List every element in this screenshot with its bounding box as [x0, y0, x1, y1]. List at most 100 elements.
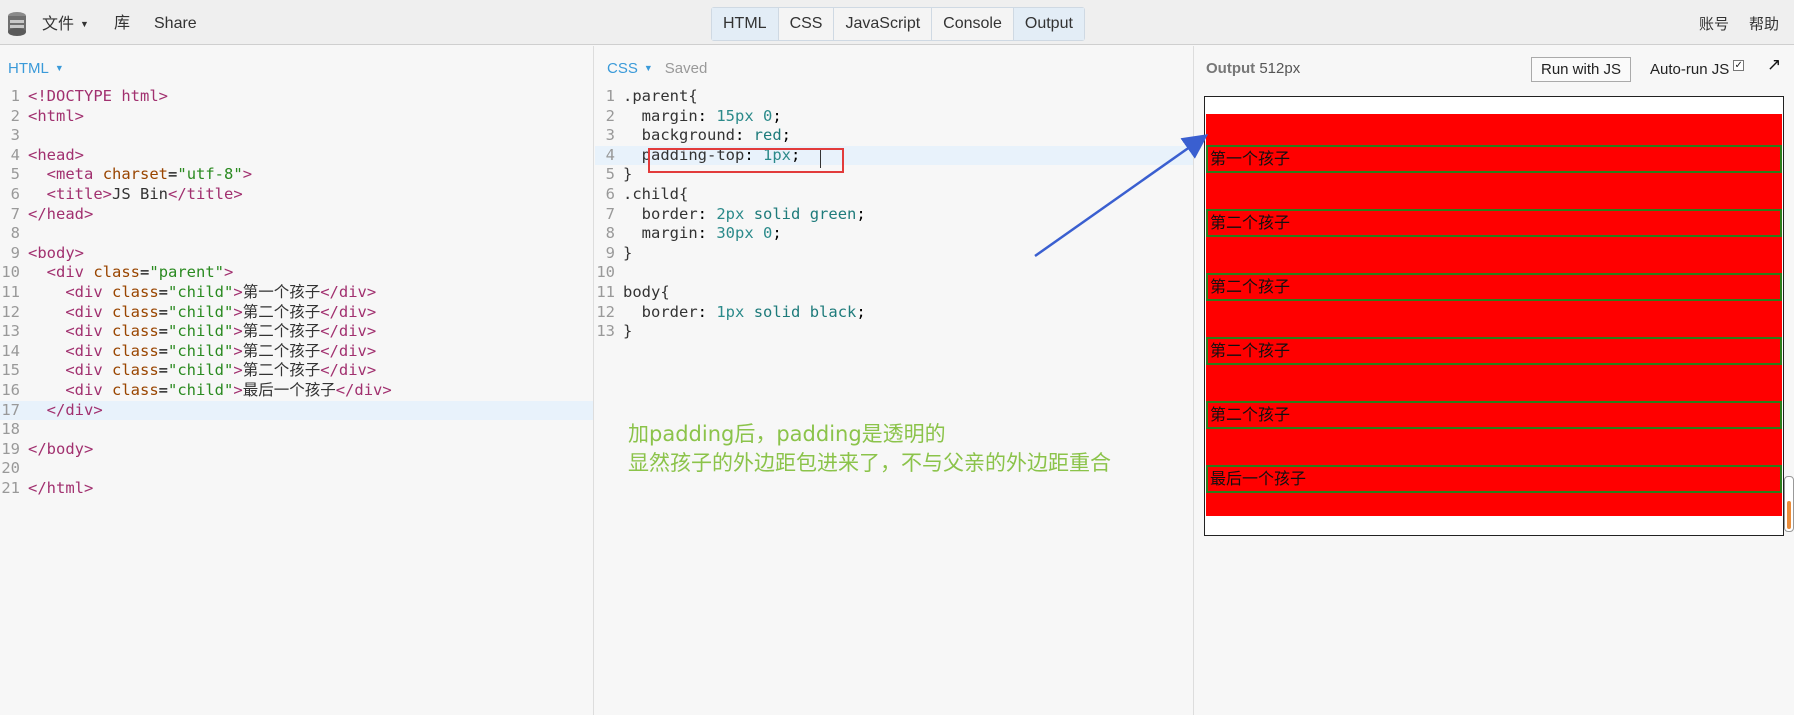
annotation-line-1: 加padding后，padding是透明的 [628, 422, 946, 446]
code-text[interactable]: .parent{ [623, 87, 698, 107]
code-text[interactable]: <div class="child">第二个孩子</div> [28, 342, 376, 362]
code-text[interactable]: border: 1px solid black; [623, 303, 866, 323]
css-editor[interactable]: 1 .parent{2 margin: 15px 0; 3 background: … [595, 87, 1193, 342]
checkbox-checked-icon[interactable]: ✓ [1733, 60, 1745, 71]
code-text[interactable]: <body> [28, 244, 84, 264]
tab-console[interactable]: Console [932, 8, 1014, 40]
code-line[interactable]: 10 [595, 263, 1193, 283]
tab-javascript[interactable]: JavaScript [834, 8, 933, 40]
code-line[interactable]: 20 [0, 459, 593, 479]
output-panel-title: Output 512px [1206, 60, 1300, 77]
code-line[interactable]: 19 </body> [0, 440, 593, 460]
popout-arrow-icon[interactable]: ↗ [1767, 55, 1781, 75]
code-line[interactable]: 3 [0, 126, 593, 146]
code-text[interactable]: <html> [28, 107, 84, 127]
code-text[interactable]: margin: 15px 0; [623, 107, 782, 127]
output-frame: 第一个孩子 第二个孩子 第二个孩子 第二个孩子 第二个孩子 最后一个孩子 [1204, 96, 1784, 536]
code-line[interactable]: 7 border: 2px solid green; [595, 205, 1193, 225]
code-line[interactable]: 6 .child{ [595, 185, 1193, 205]
code-line[interactable]: 11 body{ [595, 283, 1193, 303]
code-text[interactable]: <div class="child">第一个孩子</div> [28, 283, 376, 303]
code-line[interactable]: 18 [0, 420, 593, 440]
line-number: 8 [605, 224, 615, 243]
code-text[interactable]: } [623, 244, 632, 264]
code-line[interactable]: 8 [0, 224, 593, 244]
tab-html[interactable]: HTML [712, 8, 779, 40]
code-line[interactable]: 1 .parent{ [595, 87, 1193, 107]
file-menu-label: 文件 [42, 16, 75, 33]
code-text[interactable]: <head> [28, 146, 84, 166]
code-line[interactable]: 8 margin: 30px 0; [595, 224, 1193, 244]
code-line[interactable]: 2 margin: 15px 0; [595, 107, 1193, 127]
html-editor[interactable]: 1 <!DOCTYPE html> 2 <html> 3 4 <head> 5 <meta c… [0, 87, 593, 498]
share-menu[interactable]: Share [154, 0, 197, 45]
code-line[interactable]: 7 </head> [0, 205, 593, 225]
highlight-box [648, 148, 844, 173]
html-panel-title[interactable]: HTML ▼ [8, 60, 64, 77]
code-line[interactable]: 6 <title>JS Bin</title> [0, 185, 593, 205]
code-text[interactable]: <div class="child">最后一个孩子</div> [28, 381, 391, 401]
code-text[interactable]: </body> [28, 440, 93, 460]
line-number: 21 [1, 478, 20, 497]
top-bar: 文件 ▼ 库 Share HTML CSS JavaScript Console … [0, 0, 1794, 45]
css-panel-title[interactable]: CSS ▼ Saved [607, 60, 707, 77]
tab-css[interactable]: CSS [779, 8, 835, 40]
code-text[interactable]: background: red; [623, 126, 791, 146]
tab-output[interactable]: Output [1013, 8, 1084, 40]
code-line[interactable]: 16 <div class="child">最后一个孩子</div> [0, 381, 593, 401]
library-menu[interactable]: 库 [114, 0, 130, 45]
scrollbar[interactable] [1784, 476, 1794, 532]
code-line[interactable]: 3 background: red; [595, 126, 1193, 146]
code-line[interactable]: 9} [595, 244, 1193, 264]
code-line[interactable]: 11 <div class="child">第一个孩子</div> [0, 283, 593, 303]
code-line[interactable]: 12 border: 1px solid black; [595, 303, 1193, 323]
code-text[interactable]: .child{ [623, 185, 688, 205]
code-line[interactable]: 10 <div class="parent"> [0, 263, 593, 283]
line-number: 15 [1, 361, 20, 380]
scrollbar-thumb[interactable] [1787, 501, 1791, 529]
code-line[interactable]: 13} [595, 322, 1193, 342]
help-link[interactable]: 帮助 [1749, 0, 1779, 50]
chevron-down-icon: ▼ [80, 19, 89, 29]
code-line[interactable]: 21 </html> [0, 479, 593, 499]
code-text[interactable]: <meta charset="utf-8"> [28, 165, 252, 185]
child-box: 第二个孩子 [1206, 273, 1782, 301]
code-line[interactable]: 12 <div class="child">第二个孩子</div> [0, 303, 593, 323]
account-link[interactable]: 账号 [1699, 0, 1729, 50]
code-text[interactable]: <title>JS Bin</title> [28, 185, 243, 205]
line-number: 5 [10, 165, 20, 184]
code-text[interactable]: <div class="parent"> [28, 263, 234, 283]
chevron-down-icon: ▼ [54, 63, 64, 73]
css-panel: CSS ▼ Saved 1 .parent{2 margin: 15px 0; 3 ba… [595, 46, 1194, 715]
code-text[interactable]: border: 2px solid green; [623, 205, 866, 225]
code-line[interactable]: 9 <body> [0, 244, 593, 264]
code-line[interactable]: 17 </div> [0, 400, 593, 421]
code-text[interactable]: body{ [623, 283, 670, 303]
line-number: 20 [1, 459, 20, 478]
line-number: 8 [10, 224, 20, 243]
code-text[interactable]: </div> [28, 401, 103, 421]
code-line[interactable]: 5 <meta charset="utf-8"> [0, 165, 593, 185]
code-text[interactable]: <div class="child">第二个孩子</div> [28, 303, 376, 323]
code-line[interactable]: 4 <head> [0, 146, 593, 166]
line-number: 6 [605, 184, 615, 203]
code-text[interactable]: } [623, 322, 632, 342]
code-text[interactable]: } [623, 165, 632, 185]
line-number: 1 [10, 87, 20, 105]
code-text[interactable]: <div class="child">第二个孩子</div> [28, 361, 376, 381]
code-text[interactable]: <div class="child">第二个孩子</div> [28, 322, 376, 342]
run-with-js-button[interactable]: Run with JS [1531, 57, 1632, 82]
jsbin-logo-icon[interactable] [6, 11, 28, 37]
code-line[interactable]: 14 <div class="child">第二个孩子</div> [0, 342, 593, 362]
code-line[interactable]: 1 <!DOCTYPE html> [0, 87, 593, 107]
auto-run-toggle[interactable]: Auto-run JS ✓ [1650, 60, 1745, 78]
code-text[interactable]: <!DOCTYPE html> [28, 87, 168, 107]
code-text[interactable]: </head> [28, 205, 93, 225]
annotation-line-2: 显然孩子的外边距包进来了，不与父亲的外边距重合 [628, 451, 1111, 475]
code-line[interactable]: 13 <div class="child">第二个孩子</div> [0, 322, 593, 342]
code-line[interactable]: 15 <div class="child">第二个孩子</div> [0, 361, 593, 381]
code-line[interactable]: 2 <html> [0, 107, 593, 127]
code-text[interactable]: </html> [28, 479, 93, 499]
file-menu[interactable]: 文件 ▼ [42, 0, 89, 45]
code-text[interactable]: margin: 30px 0; [623, 224, 782, 244]
